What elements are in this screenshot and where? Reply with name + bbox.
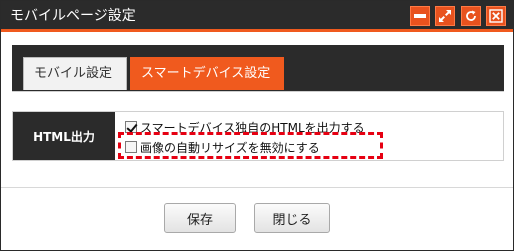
tab-mobile-settings[interactable]: モバイル設定 (23, 57, 127, 90)
highlight-box (118, 132, 383, 159)
refresh-icon (466, 10, 476, 21)
settings-dialog: モバイルページ設定 モバイル設定 スマートデバイス設定 HTML出力 スマートデ… (0, 0, 514, 251)
refresh-button[interactable] (461, 6, 481, 26)
dialog-title: モバイルページ設定 (10, 8, 136, 24)
close-dialog-button[interactable]: 閉じる (254, 203, 330, 233)
maximize-button[interactable] (435, 6, 455, 26)
title-bar[interactable]: モバイルページ設定 (1, 1, 513, 32)
setting-label: HTML出力 (13, 112, 115, 160)
tab-smart-device-settings[interactable]: スマートデバイス設定 (130, 57, 284, 90)
expand-icon (439, 10, 451, 22)
close-icon (489, 9, 503, 23)
minimize-icon (414, 14, 426, 18)
tab-bar: モバイル設定 スマートデバイス設定 (12, 45, 504, 91)
save-button[interactable]: 保存 (164, 203, 236, 233)
footer-divider (1, 187, 513, 188)
minimize-button[interactable] (410, 6, 430, 26)
tab-content-divider (12, 91, 504, 92)
close-button[interactable] (486, 6, 506, 26)
